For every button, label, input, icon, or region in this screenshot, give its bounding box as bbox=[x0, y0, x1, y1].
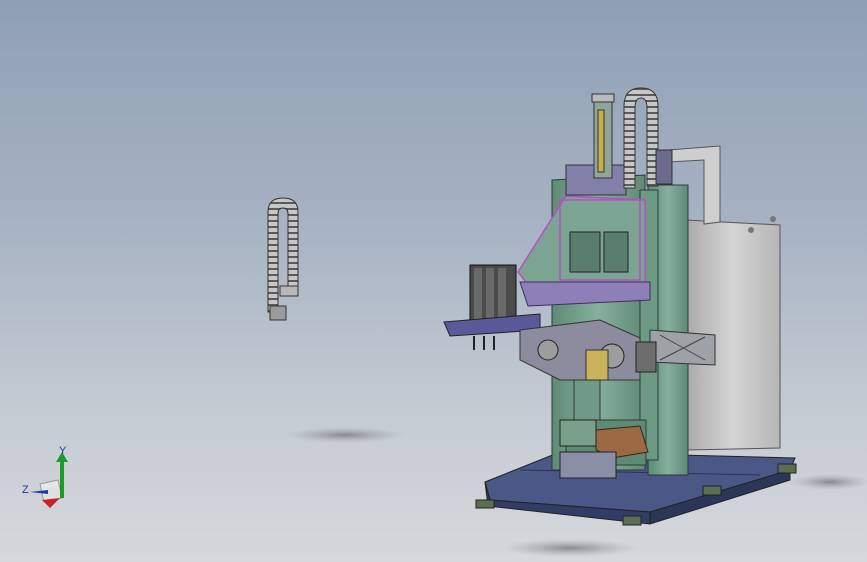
ground-shadow-machine bbox=[500, 539, 640, 557]
machine-assembly[interactable] bbox=[443, 87, 797, 526]
ground-shadow-small bbox=[285, 427, 405, 443]
z-axis-label: Z bbox=[22, 484, 29, 496]
graphics-viewport[interactable]: Y Z bbox=[0, 0, 867, 562]
axis-triad: Y Z bbox=[22, 445, 68, 508]
y-axis-label: Y bbox=[59, 445, 67, 457]
ground-shadow-right bbox=[790, 474, 867, 490]
vertical-cylinder bbox=[591, 93, 615, 179]
floating-cable-chain[interactable] bbox=[267, 197, 299, 321]
z-axis-arrow bbox=[30, 490, 48, 494]
cad-model-scene[interactable]: Y Z bbox=[0, 0, 867, 562]
y-axis-arrow bbox=[60, 460, 64, 498]
side-bracket bbox=[649, 329, 716, 366]
machine-cable-chain bbox=[623, 87, 673, 189]
